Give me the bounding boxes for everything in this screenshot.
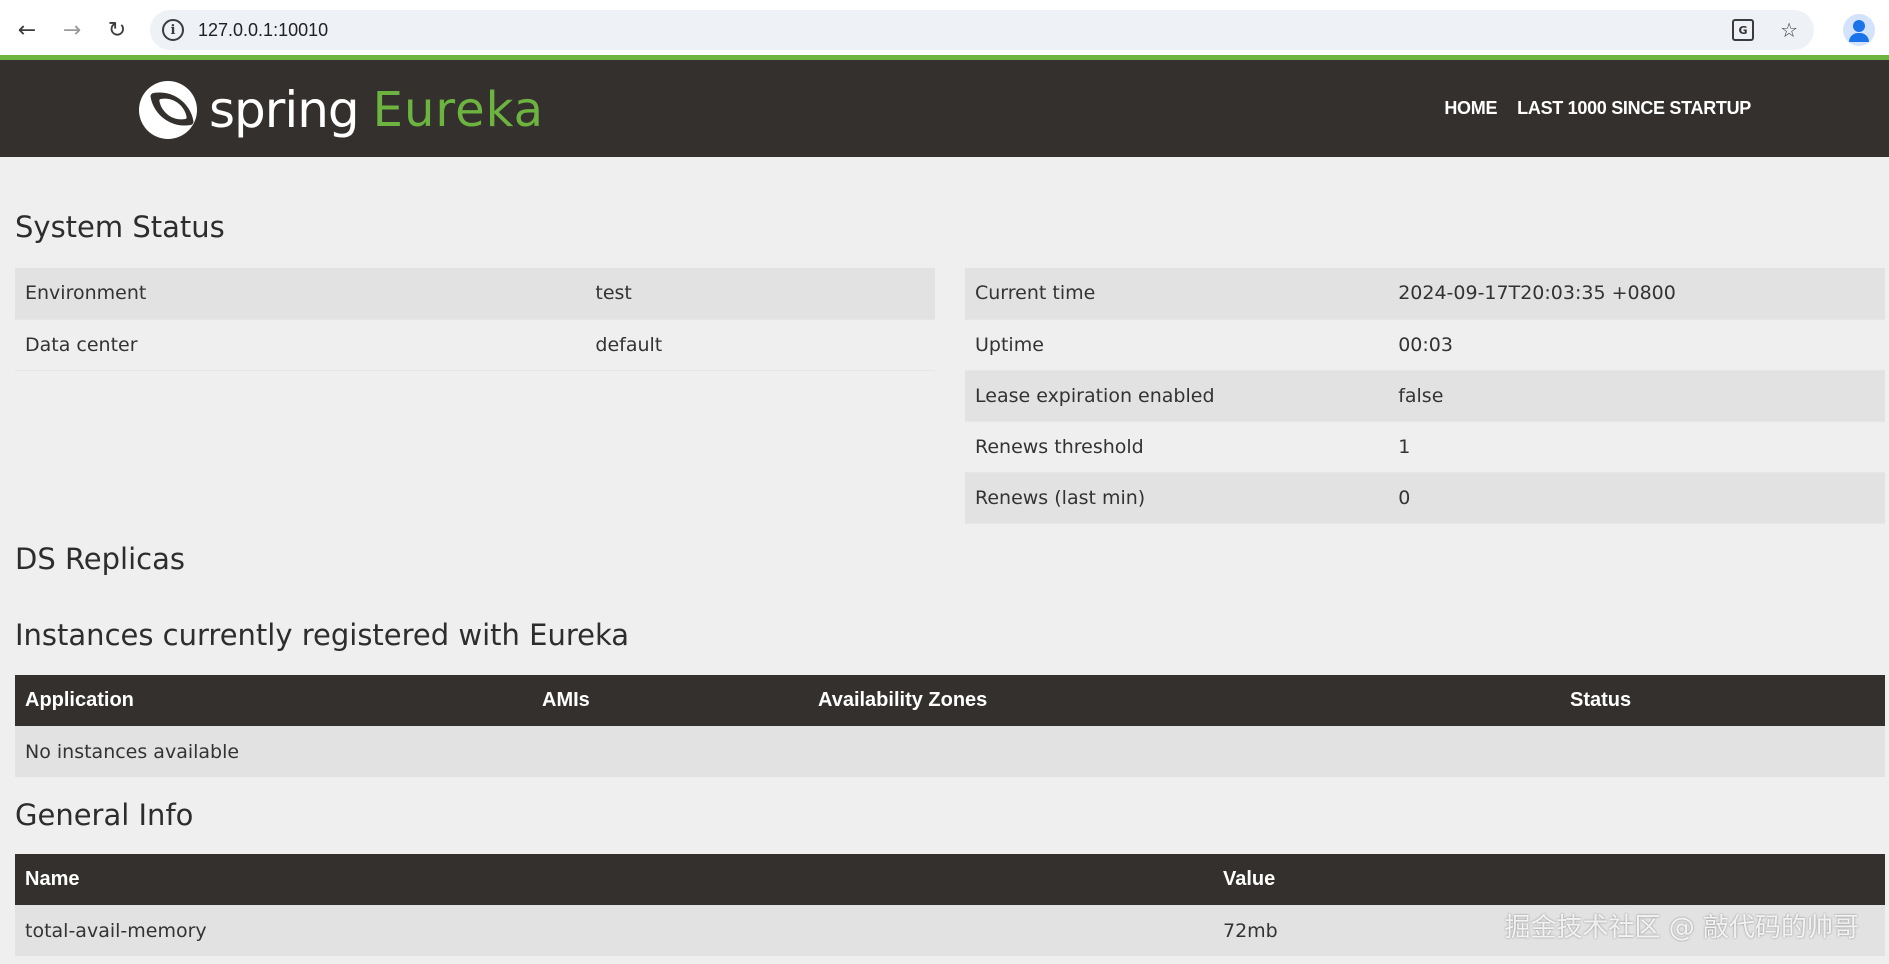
brand-spring-text: spring: [209, 81, 360, 139]
column-header-application: Application: [15, 675, 532, 726]
system-status-left-table: Environment test Data center default: [15, 268, 935, 371]
status-key: Uptime: [965, 319, 1389, 371]
column-header-value: Value: [1213, 854, 1885, 905]
instances-table-wrapper: Application AMIs Availability Zones Stat…: [15, 675, 1885, 777]
spring-leaf-icon: [139, 81, 197, 139]
table-row: Uptime 00:03: [965, 319, 1885, 371]
table-row: Current time 2024-09-17T20:03:35 +0800: [965, 268, 1885, 320]
status-value: 0: [1388, 472, 1885, 524]
status-key: Environment: [15, 268, 586, 320]
reload-icon[interactable]: ↻: [102, 12, 132, 48]
table-row: Environment test: [15, 268, 935, 320]
ds-replicas-title: DS Replicas: [15, 542, 185, 576]
bookmark-star-icon[interactable]: ☆: [1780, 18, 1798, 42]
nav-last-1000-link[interactable]: LAST 1000 SINCE STARTUP: [1517, 98, 1751, 119]
system-status-right-table: Current time 2024-09-17T20:03:35 +0800 U…: [965, 268, 1885, 524]
table-header-row: Application AMIs Availability Zones Stat…: [15, 675, 1885, 726]
status-key: Renews threshold: [965, 421, 1389, 473]
brand-eureka-text: Eureka: [372, 82, 544, 138]
watermark: 掘金技术社区 @ 敲代码的帅哥: [1504, 913, 1859, 943]
column-header-availability-zones: Availability Zones: [808, 675, 1560, 726]
instances-title: Instances currently registered with Eure…: [15, 618, 630, 652]
system-status-title: System Status: [15, 210, 225, 244]
top-nav: HOME LAST 1000 SINCE STARTUP: [1444, 60, 1751, 157]
system-status-right-panel: Current time 2024-09-17T20:03:35 +0800 U…: [965, 268, 1885, 524]
nav-home-link[interactable]: HOME: [1444, 98, 1497, 119]
status-key: Current time: [965, 268, 1389, 320]
general-info-title: General Info: [15, 798, 194, 832]
status-value: default: [585, 319, 935, 371]
column-header-name: Name: [15, 854, 1213, 905]
status-value: 2024-09-17T20:03:35 +0800: [1388, 268, 1885, 320]
column-header-amis: AMIs: [532, 675, 808, 726]
table-row: Renews (last min) 0: [965, 472, 1885, 524]
site-info-icon[interactable]: i: [162, 19, 184, 41]
url-text[interactable]: 127.0.0.1:10010: [198, 20, 328, 41]
status-value: 00:03: [1388, 319, 1885, 371]
browser-toolbar: ← → ↻ i 127.0.0.1:10010 G ☆: [0, 0, 1889, 60]
address-bar[interactable]: i 127.0.0.1:10010 G ☆: [150, 10, 1814, 50]
status-key: Lease expiration enabled: [965, 370, 1389, 422]
status-key: Data center: [15, 319, 586, 371]
table-row: Data center default: [15, 319, 935, 371]
status-value: false: [1388, 370, 1885, 422]
table-row: No instances available: [15, 726, 1885, 777]
forward-arrow-icon[interactable]: →: [57, 12, 87, 48]
back-arrow-icon[interactable]: ←: [12, 12, 42, 48]
brand-logo[interactable]: spring Eureka: [139, 80, 544, 140]
status-key: Renews (last min): [965, 472, 1389, 524]
profile-avatar-icon[interactable]: [1843, 14, 1875, 46]
table-header-row: Name Value: [15, 854, 1885, 905]
info-name: total-avail-memory: [15, 905, 1213, 956]
instances-table: Application AMIs Availability Zones Stat…: [15, 675, 1885, 777]
status-value: test: [585, 268, 935, 320]
table-row: Renews threshold 1: [965, 421, 1885, 473]
no-instances-message: No instances available: [15, 726, 1885, 777]
eureka-header: spring Eureka HOME LAST 1000 SINCE START…: [0, 60, 1889, 157]
table-row: Lease expiration enabled false: [965, 370, 1885, 422]
system-status-left-panel: Environment test Data center default: [15, 268, 935, 371]
status-value: 1: [1388, 421, 1885, 473]
translate-icon[interactable]: G: [1732, 19, 1755, 41]
column-header-status: Status: [1560, 675, 1885, 726]
